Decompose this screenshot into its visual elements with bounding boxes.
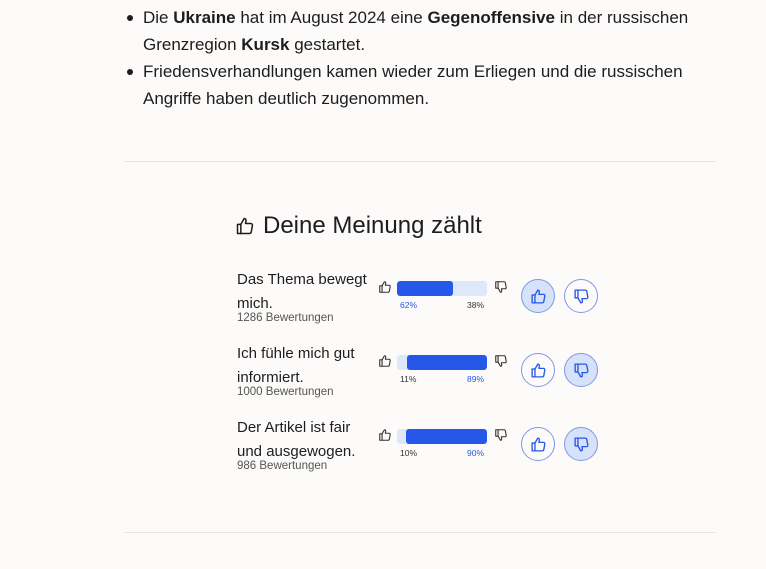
- text: hat im August 2024 eine: [235, 8, 428, 27]
- thumbs-down-icon: [494, 280, 508, 299]
- poll-up-percent: 11%: [400, 374, 417, 384]
- poll-down-percent: 38%: [467, 300, 485, 310]
- poll-down-percent: 90%: [467, 448, 485, 458]
- thumbs-up-icon: [378, 354, 392, 373]
- bold-text: Gegenoffensive: [427, 8, 556, 27]
- poll-title: Deine Meinung zählt: [235, 212, 482, 240]
- poll-question-text: Der Artikel ist fair und ausgewogen.: [237, 419, 356, 460]
- poll-result-fill: [406, 355, 487, 370]
- poll-result-bar: [397, 429, 487, 444]
- text: gestartet.: [289, 35, 366, 54]
- poll-up-percent: 62%: [400, 300, 418, 310]
- poll-result-fill: [406, 429, 487, 444]
- bullet-item: Die Ukraine hat im August 2024 eine Gege…: [124, 4, 724, 58]
- vote-down-button[interactable]: [564, 353, 598, 387]
- bullet-item: Friedensverhandlungen kamen wieder zum E…: [124, 58, 724, 112]
- poll-down-percent: 89%: [467, 374, 485, 384]
- article-bullet-list: Die Ukraine hat im August 2024 eine Gege…: [124, 4, 724, 112]
- poll-up-percent: 10%: [400, 448, 418, 458]
- poll-question-text: Ich fühle mich gut informiert.: [237, 345, 355, 386]
- poll-rating-count: 1286 Bewertungen: [237, 312, 334, 324]
- vote-up-button[interactable]: [521, 353, 555, 387]
- thumbs-up-icon: [235, 216, 255, 236]
- poll-question-row: Das Thema bewegt mich. 1286 Bewertungen …: [237, 268, 617, 338]
- poll-rating-count: 986 Bewertungen: [237, 460, 328, 472]
- bold-text: Kursk: [241, 35, 290, 54]
- vote-up-button[interactable]: [521, 427, 555, 461]
- poll-question-row: Der Artikel ist fair und ausgewogen. 986…: [237, 416, 617, 486]
- thumbs-up-icon: [378, 280, 392, 299]
- poll-result-bar: [397, 355, 487, 370]
- vote-up-button[interactable]: [521, 279, 555, 313]
- poll-result-bar: [397, 281, 487, 296]
- thumbs-up-icon: [378, 428, 392, 447]
- divider: [124, 161, 716, 162]
- vote-down-button[interactable]: [564, 427, 598, 461]
- vote-down-button[interactable]: [564, 279, 598, 313]
- poll-result-fill: [397, 281, 453, 296]
- poll-rating-count: 1000 Bewertungen: [237, 386, 334, 398]
- poll-title-text: Deine Meinung zählt: [263, 212, 482, 239]
- thumbs-down-icon: [494, 428, 508, 447]
- thumbs-down-icon: [494, 354, 508, 373]
- poll-question-text: Das Thema bewegt mich.: [237, 271, 367, 312]
- text: Die: [143, 8, 174, 27]
- text: Friedensverhandlungen kamen wieder zum E…: [143, 62, 683, 108]
- bold-text: Ukraine: [173, 8, 236, 27]
- divider: [124, 532, 716, 533]
- poll-question-row: Ich fühle mich gut informiert. 1000 Bewe…: [237, 342, 617, 412]
